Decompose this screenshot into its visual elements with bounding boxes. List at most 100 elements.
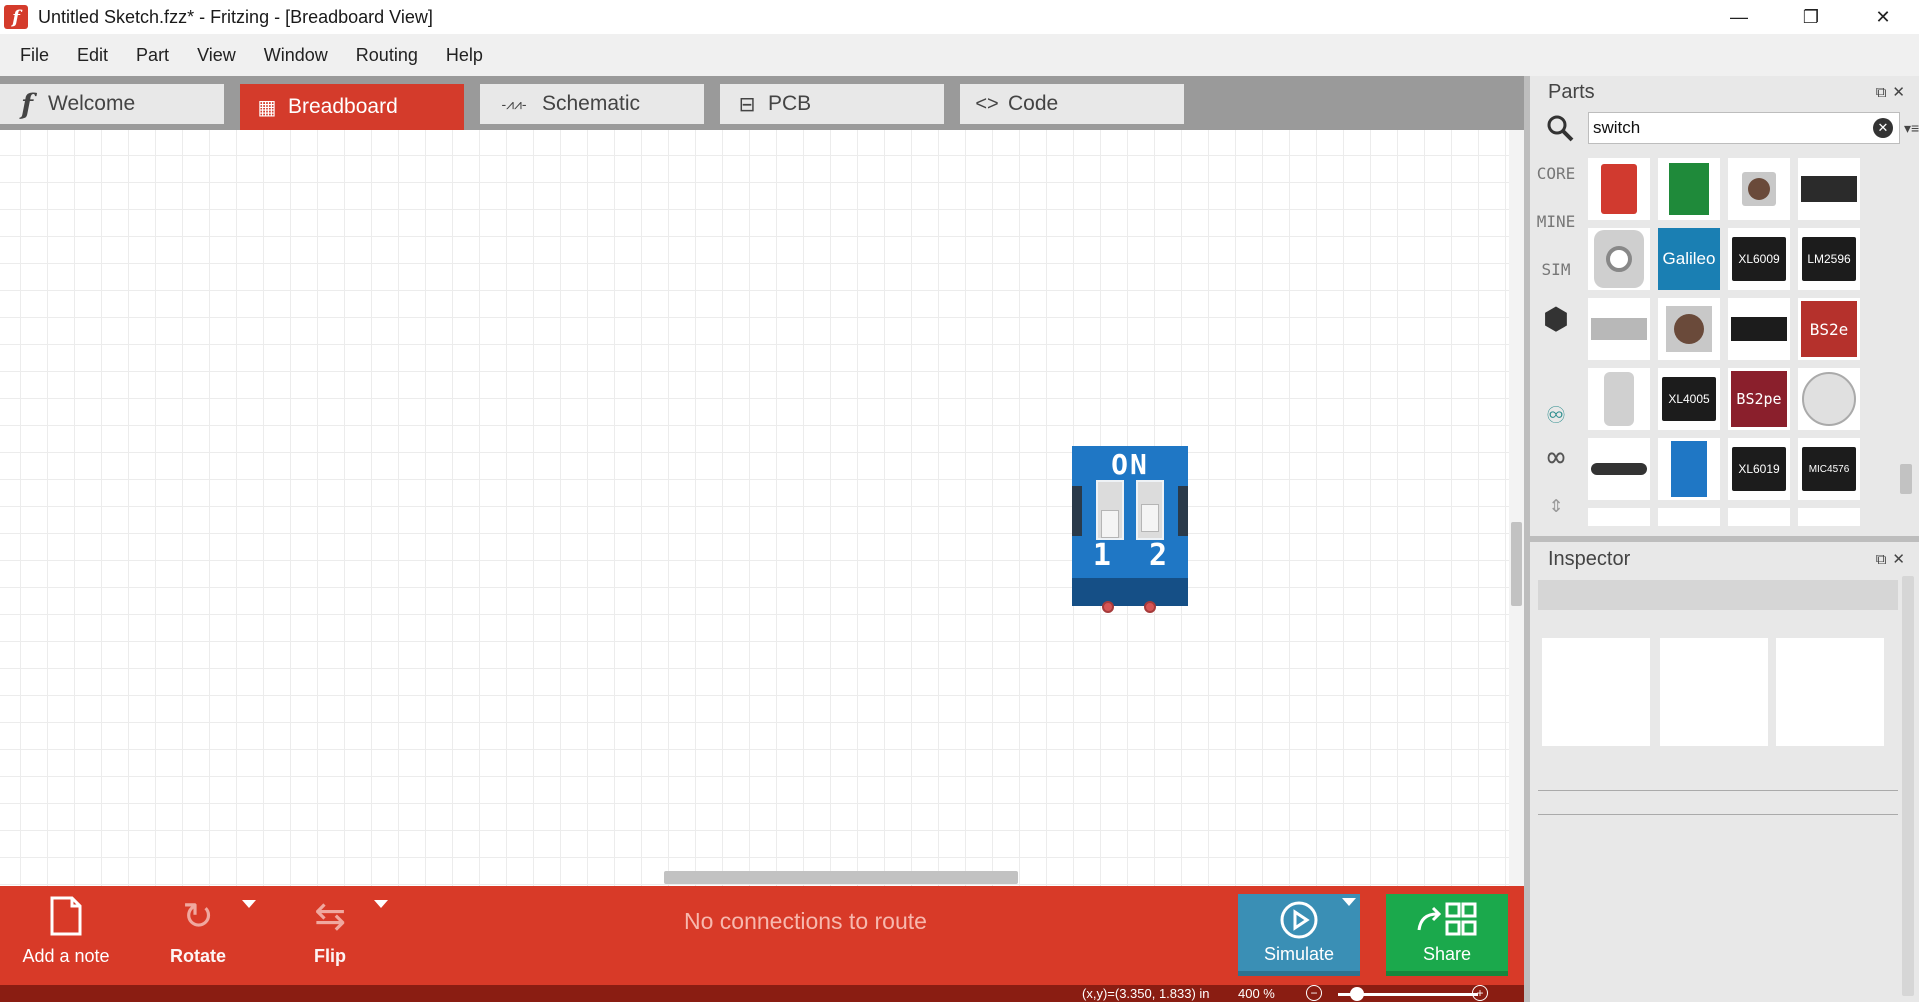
dip-on-label: ON [1111,448,1149,481]
part-row6-2[interactable] [1658,508,1720,526]
share-button[interactable]: Share [1386,894,1508,976]
part-xl6019[interactable]: XL6019 [1728,438,1790,500]
canvas-vertical-scrollbar[interactable] [1509,130,1524,886]
dip-switch-2[interactable] [1136,480,1164,540]
tab-label: Schematic [542,92,641,115]
dip-leg-1[interactable] [1102,601,1114,613]
flip-label: Flip [314,946,346,966]
part-row6-4[interactable] [1798,508,1860,526]
minimize-button[interactable]: — [1703,0,1775,34]
inspector-pcb-image [1776,638,1884,746]
part-reed-switch[interactable] [1588,438,1650,500]
part-xl6009[interactable]: XL6009 [1728,228,1790,290]
bin-sim[interactable]: SIM [1536,260,1576,279]
tab-breadboard[interactable]: ▦ Breadboard [240,84,464,130]
zoom-in-icon[interactable]: + [1472,985,1488,1001]
part-red-sensor[interactable] [1588,158,1650,220]
menu-bar: File Edit Part View Window Routing Help [0,34,1919,76]
menu-help[interactable]: Help [432,45,497,66]
fritzing-f-icon: f [20,87,34,121]
inspector-divider-1 [1538,790,1898,791]
menu-window[interactable]: Window [250,45,342,66]
canvas-vertical-scroll-thumb[interactable] [1511,522,1522,606]
zoom-slider-handle[interactable] [1350,987,1364,1001]
part-pushbutton[interactable] [1728,158,1790,220]
dip-switch-part[interactable]: ON 1 2 [1072,446,1188,613]
search-icon[interactable] [1546,114,1574,142]
part-row6-3[interactable] [1728,508,1790,526]
flip-icon: ⇆ [314,896,346,938]
part-tactile-button[interactable] [1658,298,1720,360]
dip-switch-1[interactable] [1096,480,1124,540]
tab-pcb[interactable]: ⊟ PCB [720,84,944,124]
simulate-button[interactable]: Simulate [1238,894,1360,976]
inspector-panel-controls[interactable]: ⧉✕ [1876,550,1911,568]
rotate-button[interactable]: ↻ Rotate [170,896,226,967]
dip-switch-side-left [1072,486,1082,536]
menu-view[interactable]: View [183,45,250,66]
schematic-resistor-icon: -⩘⩘- [501,95,527,112]
part-potentiometer[interactable] [1588,368,1650,430]
parts-grid: Galileo XL6009 LM2596 BS2e XL4005 BS2pe … [1588,158,1888,526]
rotate-dropdown-arrow[interactable] [242,900,256,908]
routing-status-text: No connections to route [684,908,927,934]
breadboard-canvas[interactable]: fritzing [0,130,1509,886]
part-mic4576[interactable]: MIC4576 [1798,438,1860,500]
dip-switch-base [1072,578,1188,606]
bin-scroll-arrows-icon[interactable]: ⇕ [1536,490,1576,518]
arduino-bin-icon[interactable]: ∞ [1536,440,1576,475]
dip-switch-side-right [1178,486,1188,536]
part-green-module[interactable] [1658,158,1720,220]
inspector-schematic-image [1660,638,1768,746]
tab-schematic[interactable]: -⩘⩘- Schematic [480,84,704,124]
simulate-dropdown-arrow[interactable] [1342,898,1356,906]
close-button[interactable]: ✕ [1847,0,1919,34]
part-galileo[interactable]: Galileo [1658,228,1720,290]
clear-search-icon[interactable]: ✕ [1873,118,1893,138]
parts-panel-controls[interactable]: ⧉✕ [1876,83,1911,101]
menu-part[interactable]: Part [122,45,183,66]
part-toggle-switch[interactable] [1728,298,1790,360]
menu-edit[interactable]: Edit [63,45,122,66]
panel-splitter[interactable] [1530,536,1919,542]
inspector-scrollbar[interactable] [1902,576,1914,996]
part-dip-switch[interactable] [1658,438,1720,500]
canvas-horizontal-scroll-thumb[interactable] [664,871,1018,884]
search-options-icon[interactable]: ▾≡ [1904,120,1919,137]
tab-label: Welcome [48,92,136,115]
part-rotary-encoder[interactable] [1588,228,1650,290]
tab-label: Breadboard [288,95,398,118]
menu-routing[interactable]: Routing [342,45,432,66]
share-label: Share [1422,944,1472,964]
part-rotary-dip[interactable] [1798,368,1860,430]
flip-button[interactable]: ⇆ Flip [306,896,354,967]
part-row6-1[interactable] [1588,508,1650,526]
part-slide-switch[interactable] [1798,158,1860,220]
menu-file[interactable]: File [6,45,63,66]
zoom-out-icon[interactable]: − [1306,985,1322,1001]
arduino-starred-bin-icon[interactable]: ♾ [1536,396,1576,431]
part-bs2e[interactable]: BS2e [1798,298,1860,360]
zoom-level: 400 % [1238,986,1275,1001]
dip-leg-2[interactable] [1144,601,1156,613]
bin-mine[interactable]: MINE [1536,212,1576,231]
flip-dropdown-arrow[interactable] [374,900,388,908]
tab-code[interactable]: <> Code [960,84,1184,124]
rotate-label: Rotate [170,946,227,966]
cursor-coordinates: (x,y)=(3.350, 1.833) in [1082,986,1210,1001]
part-lm2596[interactable]: LM2596 [1798,228,1860,290]
restore-button[interactable]: ❐ [1775,0,1847,34]
window-title: Untitled Sketch.fzz* - Fritzing - [Bread… [38,6,433,27]
parts-scrollbar[interactable] [1900,464,1912,494]
part-bs2pe[interactable]: BS2pe [1728,368,1790,430]
inspector-panel-title: Inspector [1548,548,1631,570]
part-slide-switch-small[interactable] [1588,298,1650,360]
tab-welcome[interactable]: f Welcome [0,84,224,124]
parts-search-input[interactable]: switch ✕ [1588,112,1900,144]
hexagon-bin-icon[interactable]: ⬢ [1536,302,1576,337]
part-xl4005[interactable]: XL4005 [1658,368,1720,430]
add-note-button[interactable]: Add a note [22,896,110,967]
parts-panel-title: Parts [1548,81,1595,103]
bin-core[interactable]: CORE [1536,164,1576,183]
pcb-icon: ⊟ [738,93,756,116]
